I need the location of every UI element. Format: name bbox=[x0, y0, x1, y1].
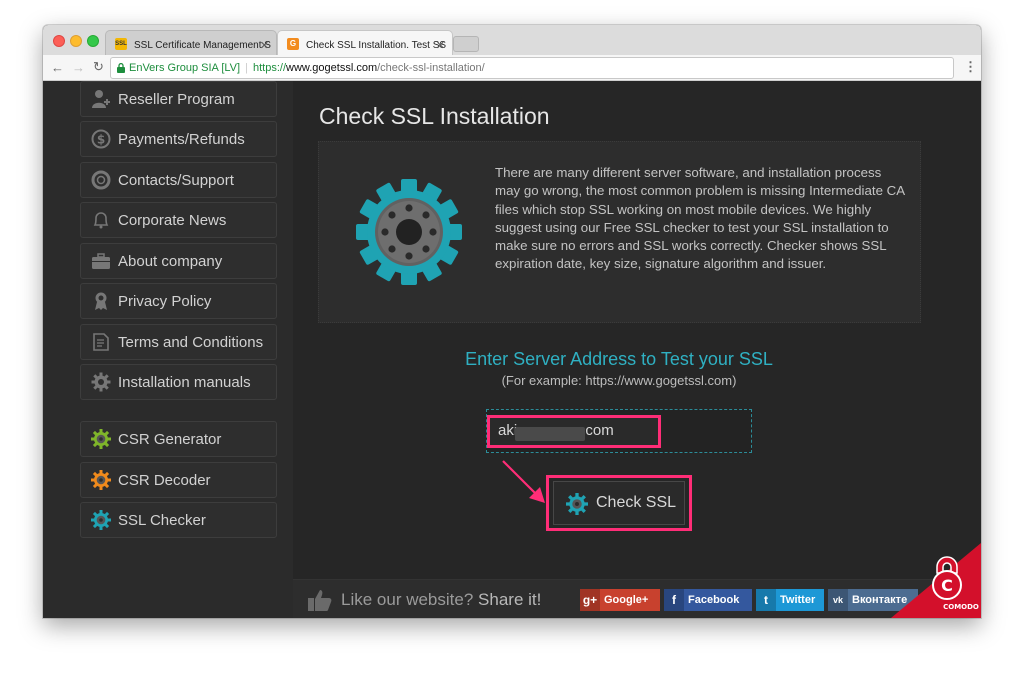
sidebar-item-label: About company bbox=[118, 253, 223, 270]
sidebar-item-label: Payments/Refunds bbox=[118, 131, 245, 148]
input-text-suffix: .com bbox=[581, 422, 614, 439]
gear-icon bbox=[566, 493, 588, 515]
address-bar: ← → ↻ EnVers Group SIA [LV] | https://ww… bbox=[43, 55, 981, 81]
share-label: Google+ bbox=[604, 594, 649, 606]
test-prompt-heading: Enter Server Address to Test your SSL bbox=[465, 349, 773, 369]
share-label: Twitter bbox=[780, 594, 816, 606]
minimize-window-button[interactable] bbox=[70, 35, 82, 47]
sidebar-item-installation-manuals[interactable]: Installation manuals bbox=[80, 364, 277, 400]
page-title: Check SSL Installation bbox=[319, 103, 550, 129]
tab-label: Check SSL Installation. Test SS bbox=[306, 40, 447, 51]
share-it-text: Share it! bbox=[478, 590, 542, 609]
document-icon bbox=[93, 333, 109, 351]
vk-icon: vk bbox=[828, 589, 848, 611]
share-facebook-button[interactable]: f Facebook bbox=[664, 589, 752, 611]
sidebar-item-payments-refunds[interactable]: $ Payments/Refunds bbox=[80, 121, 277, 157]
check-ssl-button[interactable]: Check SSL bbox=[553, 481, 685, 525]
url-host: www.gogetssl.com bbox=[286, 62, 378, 74]
forward-arrow-icon[interactable]: → bbox=[72, 60, 85, 75]
check-ssl-label: Check SSL bbox=[596, 494, 677, 511]
gear-icon bbox=[91, 510, 111, 530]
like-question: Like our website? bbox=[341, 590, 474, 609]
new-tab-button[interactable] bbox=[453, 36, 479, 52]
tab-bar: SSL SSL Certificate Management S ✕ G Che… bbox=[43, 25, 981, 56]
sidebar-item-label: CSR Generator bbox=[118, 431, 222, 448]
like-text: Like our website? Share it! bbox=[341, 590, 541, 610]
bell-icon bbox=[93, 212, 109, 229]
sidebar: Reseller Program $ Payments/Refunds Cont… bbox=[43, 81, 293, 618]
tab-ssl-management[interactable]: SSL SSL Certificate Management S ✕ bbox=[105, 30, 277, 55]
sidebar-item-label: Installation manuals bbox=[118, 374, 251, 391]
sidebar-item-label: CSR Decoder bbox=[118, 472, 211, 489]
twitter-icon: t bbox=[756, 589, 776, 611]
close-tab-icon[interactable]: ✕ bbox=[260, 39, 269, 52]
redaction-blur bbox=[515, 427, 585, 441]
secure-label: EnVers Group SIA [LV] bbox=[129, 62, 241, 74]
url-text: https://www.gogetssl.com/check-ssl-insta… bbox=[253, 58, 485, 78]
sidebar-item-ssl-checker[interactable]: SSL Checker bbox=[80, 502, 277, 538]
menu-kebab-icon[interactable]: ⋮ bbox=[964, 59, 977, 75]
url-path: /check-ssl-installation/ bbox=[377, 62, 485, 74]
thumbs-up-icon bbox=[308, 590, 332, 611]
sidebar-item-label: Corporate News bbox=[118, 212, 227, 229]
sidebar-item-label: Reseller Program bbox=[118, 91, 235, 108]
sidebar-item-label: Terms and Conditions bbox=[118, 334, 264, 351]
share-label: Facebook bbox=[688, 594, 740, 606]
dollar-icon: $ bbox=[91, 129, 111, 149]
comodo-badge: C COMODO bbox=[891, 543, 981, 618]
svg-text:$: $ bbox=[97, 133, 105, 147]
tab-check-ssl[interactable]: G Check SSL Installation. Test SS ✕ bbox=[277, 30, 453, 55]
sidebar-item-privacy-policy[interactable]: Privacy Policy bbox=[80, 283, 277, 319]
reload-icon[interactable]: ↻ bbox=[93, 59, 104, 75]
reseller-icon bbox=[92, 90, 110, 108]
share-twitter-button[interactable]: t Twitter bbox=[756, 589, 824, 611]
comodo-text: COMODO bbox=[943, 603, 979, 611]
svg-text:C: C bbox=[941, 576, 953, 595]
browser-window: SSL SSL Certificate Management S ✕ G Che… bbox=[43, 25, 981, 618]
lock-icon bbox=[117, 63, 125, 73]
sidebar-item-corporate-news[interactable]: Corporate News bbox=[80, 202, 277, 238]
tab-label: SSL Certificate Management S bbox=[134, 40, 271, 51]
sidebar-item-csr-generator[interactable]: CSR Generator bbox=[80, 421, 277, 457]
facebook-icon: f bbox=[664, 589, 684, 611]
url-field[interactable]: EnVers Group SIA [LV] | https://www.goge… bbox=[110, 57, 954, 79]
example-hint: (For example: https://www.gogetssl.com) bbox=[501, 373, 737, 388]
sidebar-item-reseller-program[interactable]: Reseller Program bbox=[80, 81, 277, 117]
sidebar-item-about-company[interactable]: About company bbox=[80, 243, 277, 279]
close-window-button[interactable] bbox=[53, 35, 65, 47]
share-googleplus-button[interactable]: g+ Google+ bbox=[580, 589, 660, 611]
sidebar-item-label: Contacts/Support bbox=[118, 172, 234, 189]
info-box: There are many different server software… bbox=[318, 141, 921, 323]
zoom-window-button[interactable] bbox=[87, 35, 99, 47]
separator: | bbox=[245, 62, 248, 74]
close-tab-icon[interactable]: ✕ bbox=[436, 39, 445, 52]
sidebar-item-contacts-support[interactable]: Contacts/Support bbox=[80, 162, 277, 198]
gear-icon bbox=[91, 470, 111, 490]
share-footer: Like our website? Share it! g+ Google+ fF… bbox=[293, 579, 981, 618]
briefcase-icon bbox=[92, 253, 110, 269]
gear-icon bbox=[356, 179, 462, 285]
ssl-favicon-icon: SSL bbox=[115, 38, 127, 50]
ribbon-icon bbox=[95, 292, 107, 310]
main-content: Check SSL Installation There are many di… bbox=[293, 81, 981, 618]
description-text: There are many different server software… bbox=[495, 165, 905, 272]
sidebar-item-terms-and-conditions[interactable]: Terms and Conditions bbox=[80, 324, 277, 360]
googleplus-icon: g+ bbox=[580, 589, 600, 611]
gogetssl-favicon-icon: G bbox=[287, 38, 299, 50]
back-arrow-icon[interactable]: ← bbox=[51, 60, 64, 75]
lifebuoy-icon bbox=[91, 170, 111, 190]
sidebar-item-csr-decoder[interactable]: CSR Decoder bbox=[80, 462, 277, 498]
url-scheme: https:// bbox=[253, 62, 287, 74]
gear-icon bbox=[91, 429, 111, 449]
sidebar-item-label: SSL Checker bbox=[118, 512, 206, 529]
sidebar-item-label: Privacy Policy bbox=[118, 293, 212, 310]
gear-icon bbox=[91, 372, 111, 392]
